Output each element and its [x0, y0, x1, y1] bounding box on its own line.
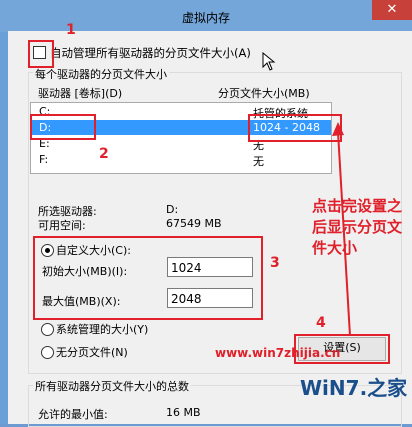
step3-highlight-box	[33, 236, 263, 320]
drive-column-header: 驱动器 [卷标](D)	[38, 87, 123, 100]
window-title: 虚拟内存	[181, 11, 230, 25]
annotation-note-line2: 后显示分页文	[312, 218, 403, 236]
drive-row-f[interactable]: F:	[39, 153, 48, 166]
watermark-url: www.win7zhijia.cn	[215, 346, 341, 360]
win7-logo: WiN7.之家	[300, 364, 410, 410]
step1-highlight-box	[28, 40, 54, 68]
mouse-pointer-icon	[262, 52, 276, 71]
auto-manage-label[interactable]: 自动管理所有驱动器的分页文件大小(A)	[50, 45, 251, 61]
system-managed-label[interactable]: 系统管理的大小(Y)	[56, 321, 148, 337]
virtual-memory-dialog: 虚拟内存 ✕ 自动管理所有驱动器的分页文件大小(A) 每个驱动器的分页文件大小 …	[0, 0, 412, 427]
step2-size-box	[248, 114, 342, 142]
totals-group-label: 所有驱动器分页文件大小的总数	[33, 378, 191, 394]
annotation-note-line3: 件大小	[312, 239, 358, 257]
step2-number: 2	[99, 146, 109, 162]
no-paging-label[interactable]: 无分页文件(N)	[56, 344, 128, 360]
per-drive-group-label: 每个驱动器的分页文件大小	[33, 66, 169, 82]
step1-number: 1	[66, 22, 76, 38]
selected-drive-value: D:	[166, 203, 179, 216]
step4-number: 4	[316, 315, 326, 331]
free-space-value: 67549 MB	[166, 217, 222, 230]
no-paging-radio[interactable]	[41, 346, 54, 359]
step2-drive-box	[30, 114, 96, 140]
title-bar: 虚拟内存 ✕	[0, 0, 412, 32]
size-column-header: 分页文件大小(MB)	[218, 87, 310, 100]
free-space-label: 可用空间:	[38, 219, 86, 232]
drive-row-f-size: 无	[253, 155, 264, 168]
close-button[interactable]: ✕	[372, 0, 412, 20]
min-allowed-value: 16 MB	[166, 406, 201, 419]
annotation-note-line1: 点击完设置之	[312, 197, 403, 215]
win7-logo-text: WiN7.之家	[300, 376, 408, 400]
close-icon: ✕	[386, 2, 398, 17]
min-allowed-label: 允许的最小值:	[38, 408, 108, 421]
step3-number: 3	[270, 255, 280, 271]
system-managed-radio[interactable]	[41, 323, 54, 336]
